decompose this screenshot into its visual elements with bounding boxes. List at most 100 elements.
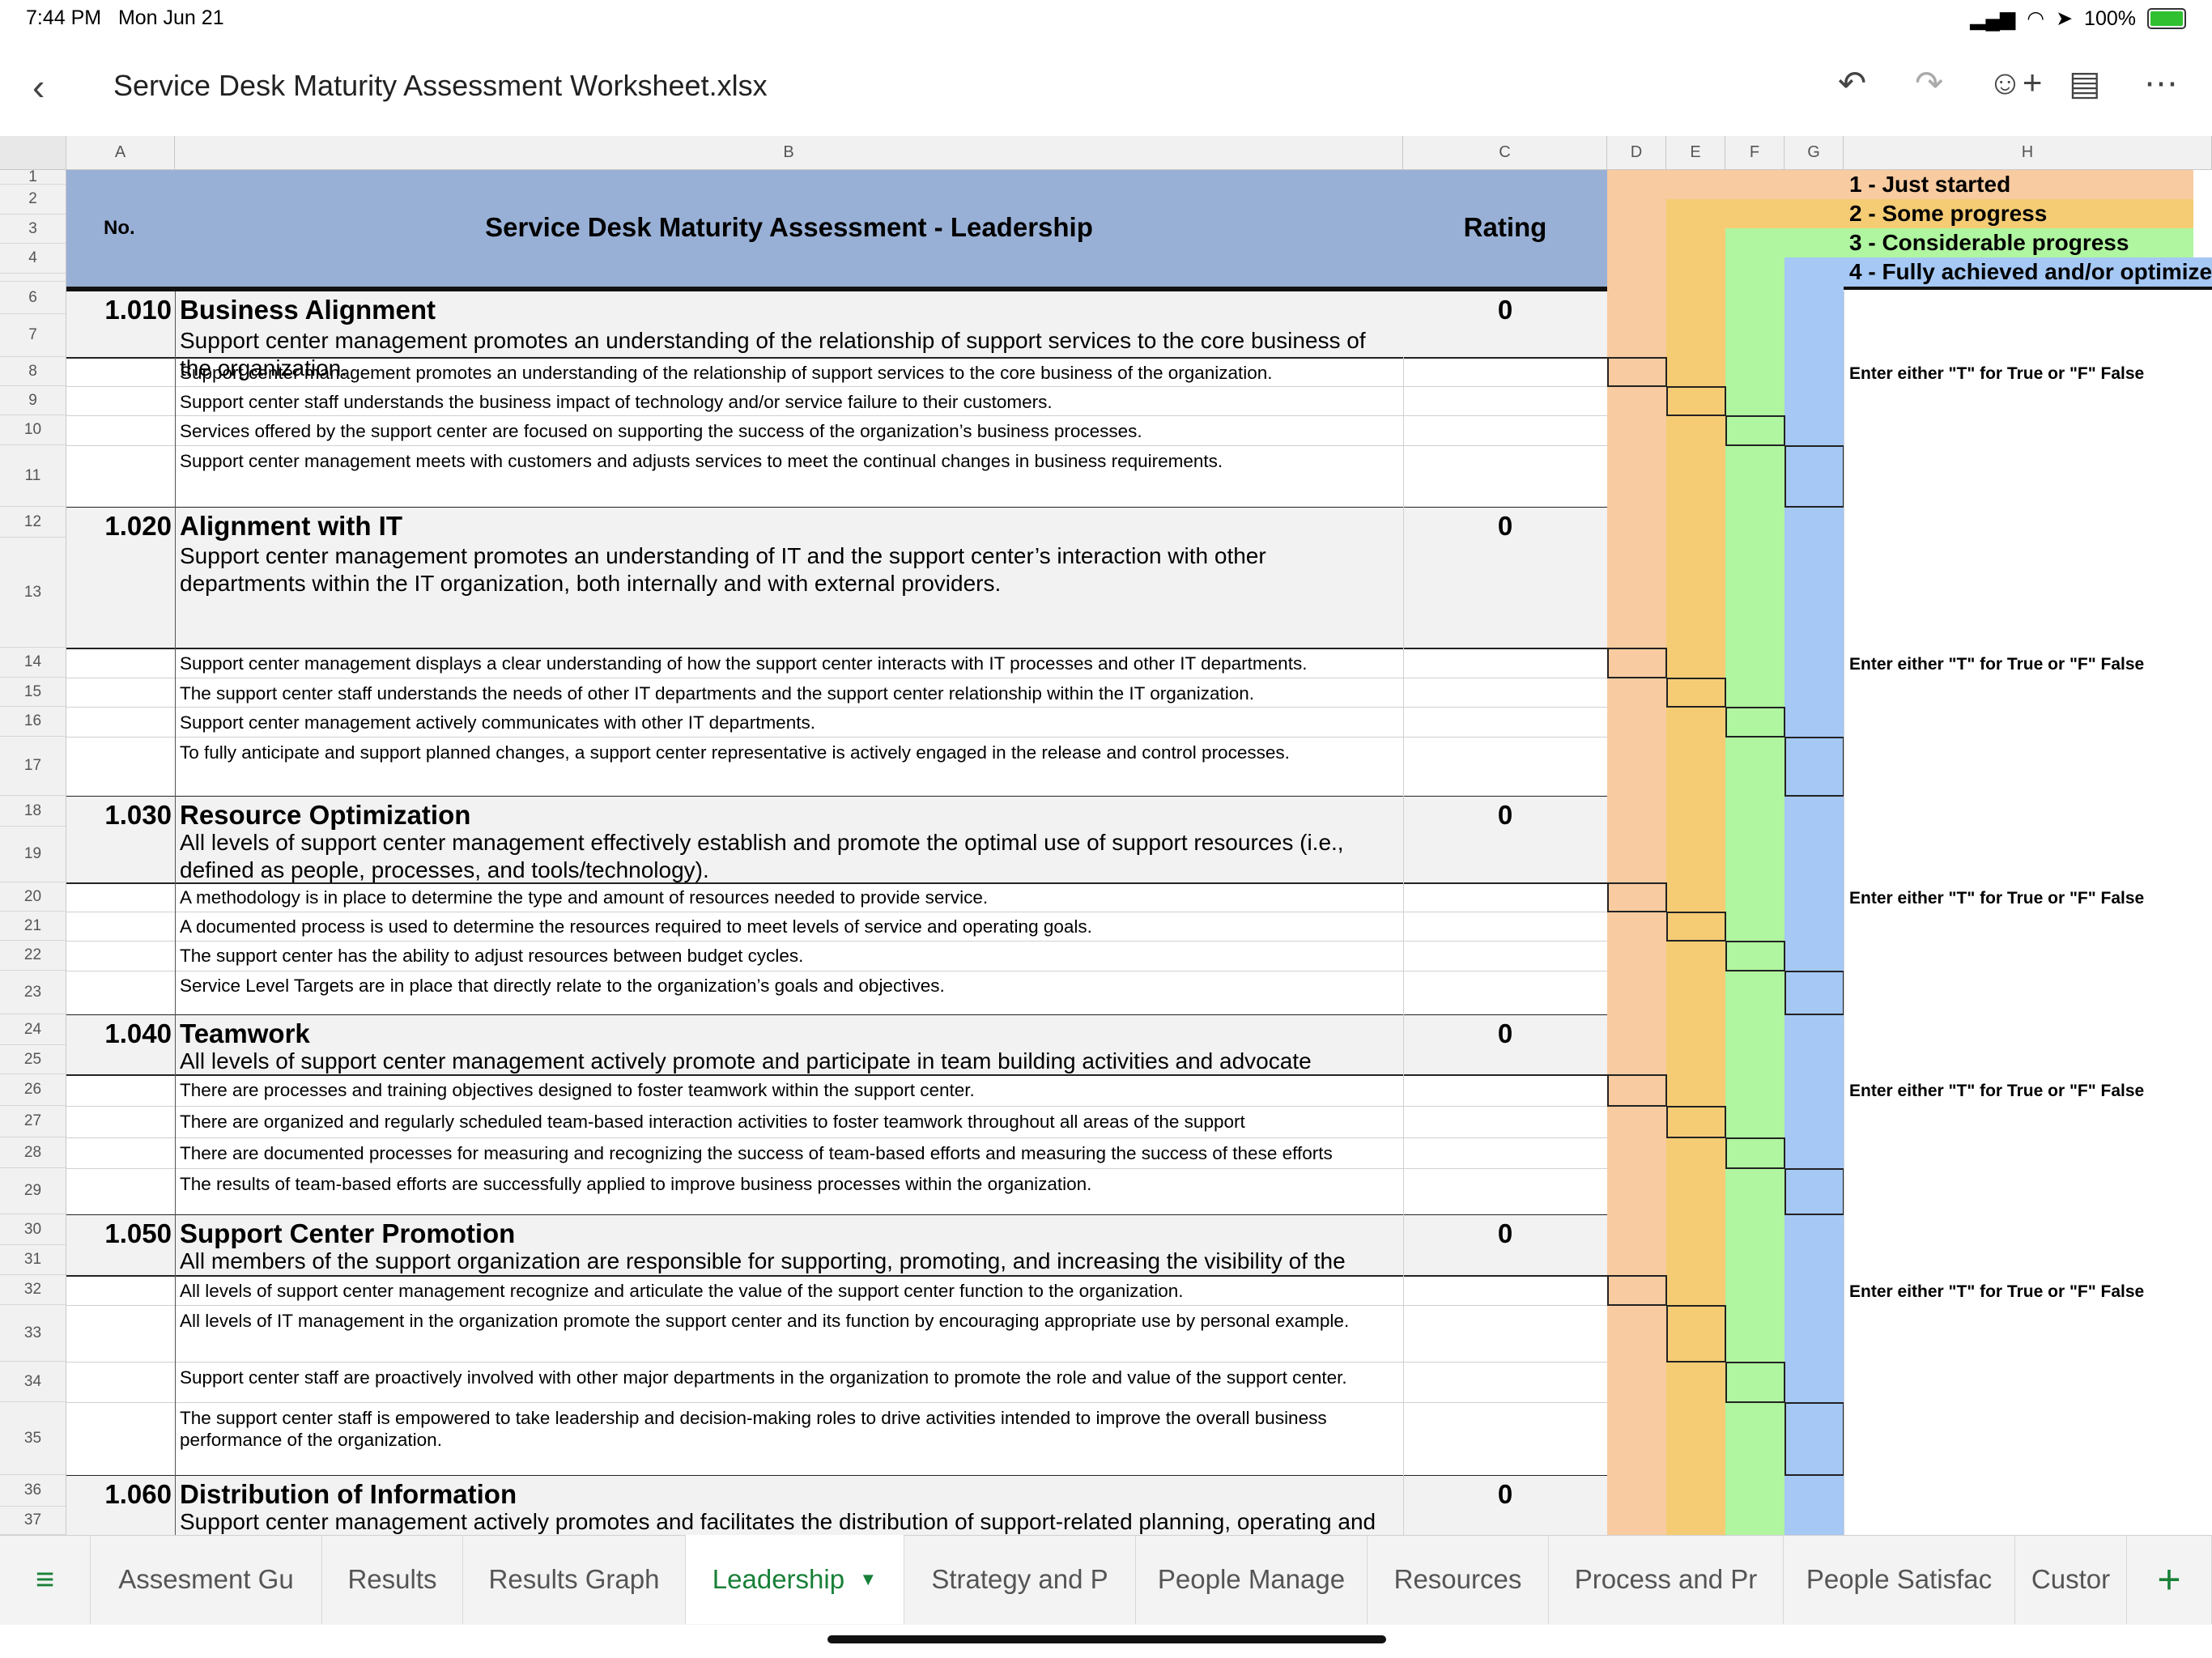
tab-dropdown-icon[interactable]: ▼ [859,1569,877,1590]
row-number[interactable]: 26 [0,1074,66,1106]
answer-box-f[interactable] [1725,707,1785,738]
tab-people-satisfaction[interactable]: People Satisfac [1784,1535,2015,1624]
row-number[interactable]: 10 [0,415,66,445]
item-text[interactable]: There are documented processes for measu… [180,1142,1459,1167]
tab-assesment-guide[interactable]: Assesment Gu [91,1535,322,1624]
item-text[interactable]: Support center staff understands the bus… [180,391,1394,413]
tab-resources[interactable]: Resources [1368,1535,1549,1624]
answer-box-f[interactable] [1725,1362,1785,1403]
answer-box-e[interactable] [1666,1305,1726,1363]
row-number[interactable]: 11 [0,445,66,507]
item-text[interactable]: All levels of IT management in the organ… [180,1310,1394,1332]
column-header-a[interactable]: A [66,136,175,170]
answer-box-f[interactable] [1725,941,1785,971]
section-rating[interactable]: 0 [1403,295,1607,325]
answer-box-d[interactable] [1607,882,1667,912]
row-number[interactable]: 14 [0,648,66,678]
column-header-e[interactable]: E [1666,136,1725,170]
row-number[interactable]: 4 [0,244,66,274]
row-number[interactable]: 18 [0,796,66,827]
answer-box-g[interactable] [1784,445,1844,508]
item-text[interactable]: All levels of support center management … [180,1280,1394,1302]
add-person-icon[interactable]: ☺+ [1988,63,2042,102]
tab-results-graph[interactable]: Results Graph [463,1535,686,1624]
row-number[interactable]: 13 [0,538,66,648]
row-number[interactable]: 22 [0,941,66,971]
item-text[interactable]: A documented process is used to determin… [180,916,1394,937]
more-options-icon[interactable]: ⋯ [2144,63,2178,103]
column-header-d[interactable]: D [1607,136,1666,170]
item-text[interactable]: To fully anticipate and support planned … [180,742,1394,763]
row-number[interactable]: 17 [0,737,66,796]
row-number[interactable]: 28 [0,1137,66,1168]
section-rating[interactable]: 0 [1403,1018,1607,1049]
answer-box-d[interactable] [1607,648,1667,678]
add-sheet-plus-icon[interactable]: + [2127,1535,2212,1624]
select-all-corner[interactable] [0,136,66,170]
item-text[interactable]: There are organized and regularly schedu… [180,1111,1419,1135]
column-header-b[interactable]: B [175,136,1403,170]
back-chevron-icon[interactable]: ‹ [32,65,45,108]
row-number[interactable]: 2 [0,185,66,215]
row-number[interactable]: 1 [0,168,66,185]
row-number[interactable]: 7 [0,314,66,357]
row-number[interactable]: 15 [0,678,66,707]
row-number[interactable]: 27 [0,1106,66,1137]
answer-box-e[interactable] [1666,386,1726,416]
comment-icon[interactable]: ▤ [2069,63,2101,103]
item-text[interactable]: The support center has the ability to ad… [180,945,1394,967]
answer-box-d[interactable] [1607,357,1667,387]
column-header-h[interactable]: H [1844,136,2212,170]
section-rating[interactable]: 0 [1403,511,1607,542]
row-number[interactable]: 36 [0,1475,66,1507]
row-number[interactable]: 16 [0,707,66,737]
row-number[interactable]: 33 [0,1305,66,1362]
tab-results[interactable]: Results [322,1535,463,1624]
row-number[interactable]: 12 [0,507,66,538]
row-number[interactable]: 19 [0,827,66,882]
sheet-grid[interactable]: 1 - Just started 2 - Some progress 3 - C… [66,170,2212,1535]
row-number[interactable]: 29 [0,1168,66,1214]
row-number[interactable]: 32 [0,1275,66,1305]
row-number[interactable]: 6 [0,282,66,314]
redo-icon[interactable]: ↷ [1915,63,1943,103]
answer-box-e[interactable] [1666,1106,1726,1138]
column-header-g[interactable]: G [1784,136,1844,170]
answer-box-g[interactable] [1784,1168,1844,1215]
answer-box-g[interactable] [1784,1402,1844,1476]
section-rating[interactable]: 0 [1403,1218,1607,1249]
row-number[interactable]: 21 [0,912,66,941]
row-number[interactable]: 3 [0,215,66,244]
row-number[interactable]: 34 [0,1362,66,1402]
item-text[interactable]: There are processes and training objecti… [180,1079,1394,1101]
item-text[interactable]: Support center management actively commu… [180,712,1394,733]
row-number[interactable]: 25 [0,1045,66,1074]
tab-customer[interactable]: Custor [2015,1535,2127,1624]
item-text[interactable]: Support center staff are proactively inv… [180,1367,1394,1402]
section-rating[interactable]: 0 [1403,1479,1607,1510]
column-header-c[interactable]: C [1403,136,1607,170]
row-number[interactable]: 8 [0,357,66,386]
item-text[interactable]: Support center management meets with cus… [180,450,1394,472]
row-number[interactable]: 31 [0,1245,66,1275]
answer-box-g[interactable] [1784,971,1844,1015]
row-number[interactable]: 37 [0,1507,66,1535]
answer-box-e[interactable] [1666,912,1726,942]
item-text[interactable]: A methodology is in place to determine t… [180,886,1394,908]
tab-people-management[interactable]: People Manage [1136,1535,1368,1624]
item-text[interactable]: Service Level Targets are in place that … [180,975,1394,997]
answer-box-d[interactable] [1607,1074,1667,1107]
row-number[interactable]: 24 [0,1014,66,1045]
row-number[interactable]: 23 [0,971,66,1014]
item-text[interactable]: The support center staff understands the… [180,682,1394,704]
answer-box-f[interactable] [1725,1137,1785,1169]
row-number[interactable]: 9 [0,386,66,415]
item-text[interactable]: Support center management displays a cle… [180,653,1394,674]
tab-leadership[interactable]: Leadership ▼ [686,1535,904,1624]
section-rating[interactable]: 0 [1403,800,1607,831]
row-number[interactable]: 35 [0,1402,66,1475]
undo-icon[interactable]: ↶ [1838,63,1866,103]
column-header-f[interactable]: F [1725,136,1784,170]
answer-box-g[interactable] [1784,737,1844,797]
row-number[interactable]: 20 [0,882,66,912]
